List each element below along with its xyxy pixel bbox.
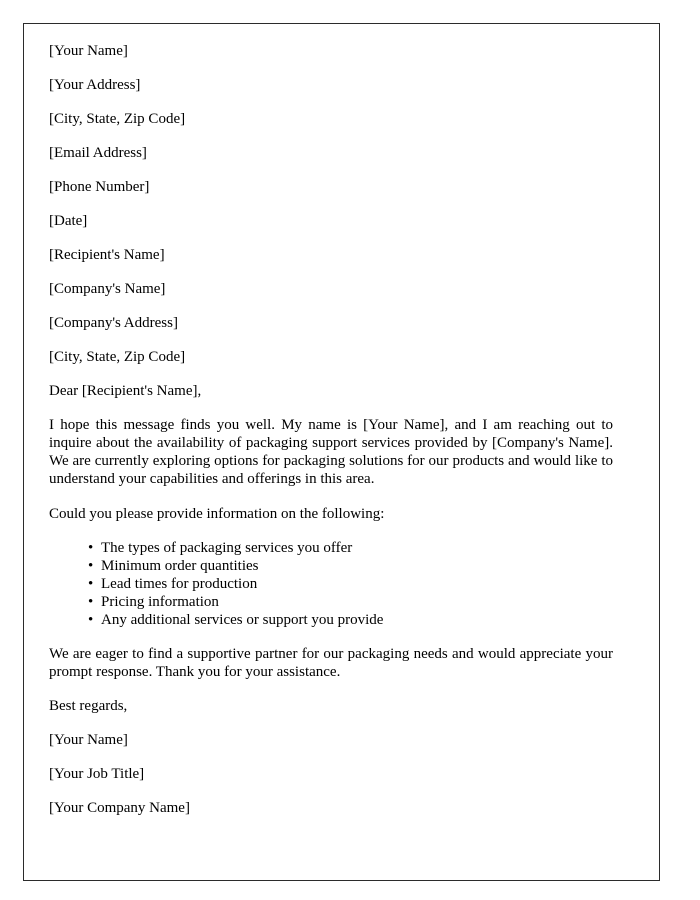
request-intro-paragraph: Could you please provide information on … — [49, 506, 385, 522]
recipient-company-name: [Company's Name] — [49, 281, 166, 297]
letter-date: [Date] — [49, 213, 88, 229]
sender-email-address: [Email Address] — [49, 145, 147, 161]
letter-page-border: [Your Name] [Your Address] [City, State,… — [23, 23, 660, 881]
sender-phone-number: [Phone Number] — [49, 179, 150, 195]
signature-job-title: [Your Job Title] — [49, 766, 145, 782]
opening-paragraph: I hope this message finds you well. My n… — [49, 417, 613, 487]
salutation: Dear [Recipient's Name], — [49, 383, 202, 399]
sign-off: Best regards, — [49, 698, 128, 714]
request-items-list: The types of packaging services you offe… — [49, 539, 613, 629]
signature-name: [Your Name] — [49, 732, 128, 748]
signature-company-name: [Your Company Name] — [49, 800, 190, 816]
list-item: Any additional services or support you p… — [88, 611, 613, 629]
sender-city-state-zip: [City, State, Zip Code] — [49, 111, 186, 127]
list-item: The types of packaging services you offe… — [88, 539, 613, 557]
recipient-address-block: [Recipient's Name] [Company's Name] [Com… — [49, 246, 613, 366]
recipient-company-address: [Company's Address] — [49, 315, 178, 331]
list-item: Pricing information — [88, 593, 613, 611]
recipient-name: [Recipient's Name] — [49, 247, 165, 263]
recipient-city-state-zip: [City, State, Zip Code] — [49, 349, 186, 365]
closing-paragraph: We are eager to find a supportive partne… — [49, 646, 613, 680]
sender-name: [Your Name] — [49, 43, 128, 59]
sender-address-block: [Your Name] [Your Address] [City, State,… — [49, 42, 613, 230]
signature-block: [Your Name] [Your Job Title] [Your Compa… — [49, 731, 613, 817]
list-item: Minimum order quantities — [88, 557, 613, 575]
list-item: Lead times for production — [88, 575, 613, 593]
sender-street-address: [Your Address] — [49, 77, 141, 93]
letter-body: [Your Name] [Your Address] [City, State,… — [49, 42, 613, 833]
